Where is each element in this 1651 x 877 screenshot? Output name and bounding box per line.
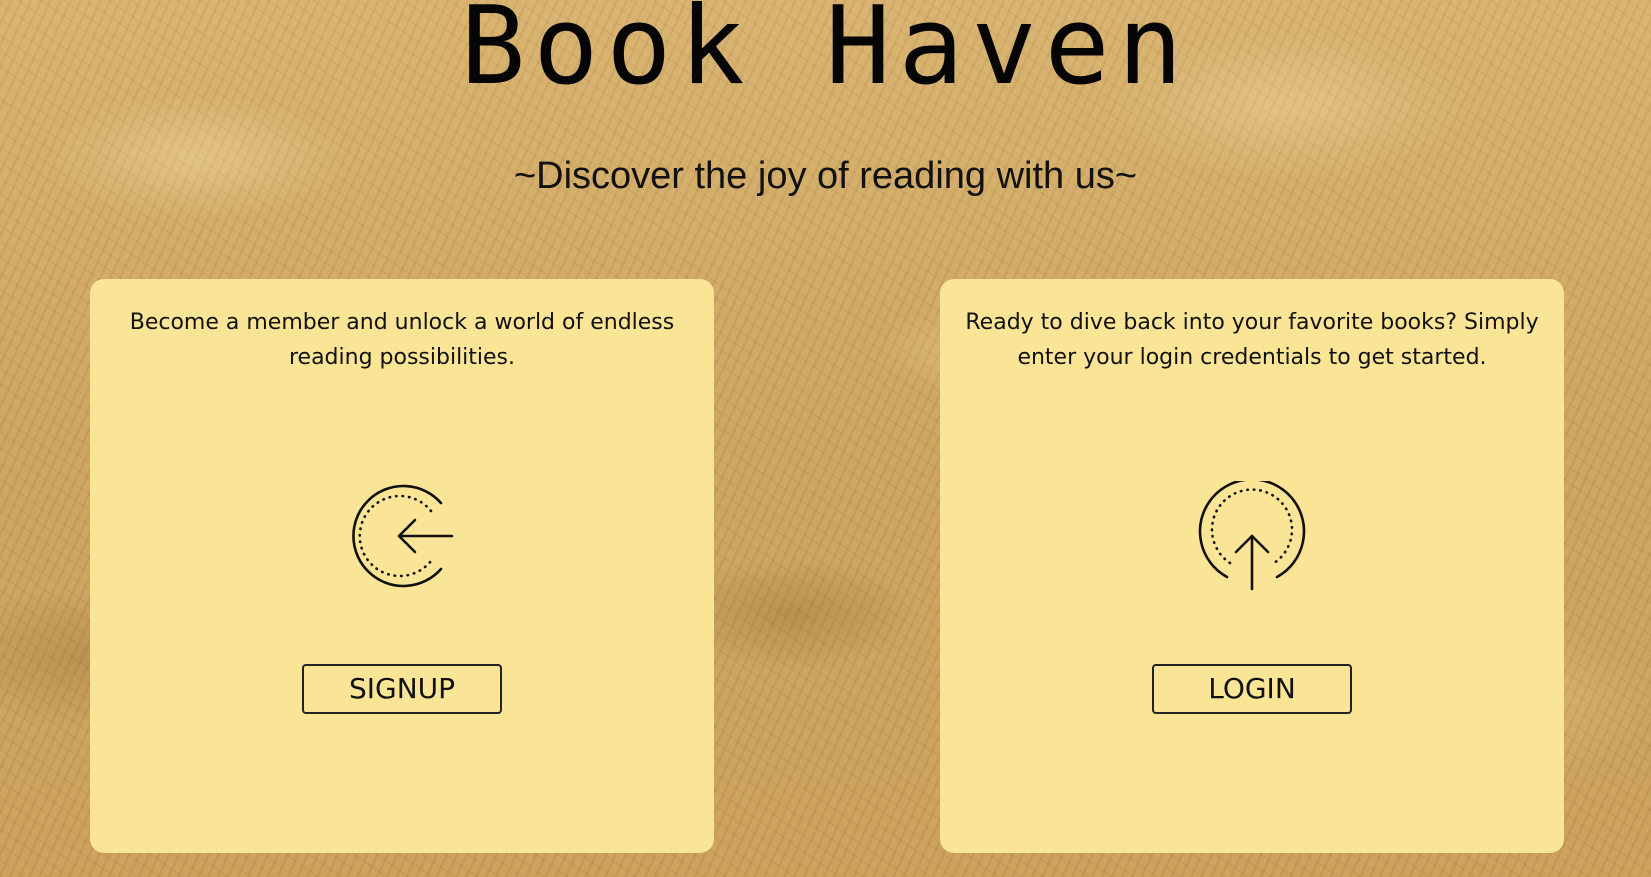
login-description: Ready to dive back into your favorite bo…	[965, 310, 1539, 370]
tagline: ~Discover the joy of reading with us~	[513, 155, 1138, 197]
signup-card: Become a member and unlock a world of en…	[90, 279, 714, 853]
login-button[interactable]: LOGIN	[1152, 664, 1352, 714]
signup-description: Become a member and unlock a world of en…	[129, 310, 675, 370]
login-card: Ready to dive back into your favorite bo…	[940, 279, 1564, 853]
site-title: Book Haven	[460, 0, 1191, 109]
login-arrow-up-circle-icon	[1197, 481, 1307, 591]
signup-arrow-left-circle-icon	[347, 481, 457, 591]
signup-button[interactable]: SIGNUP	[302, 664, 502, 714]
